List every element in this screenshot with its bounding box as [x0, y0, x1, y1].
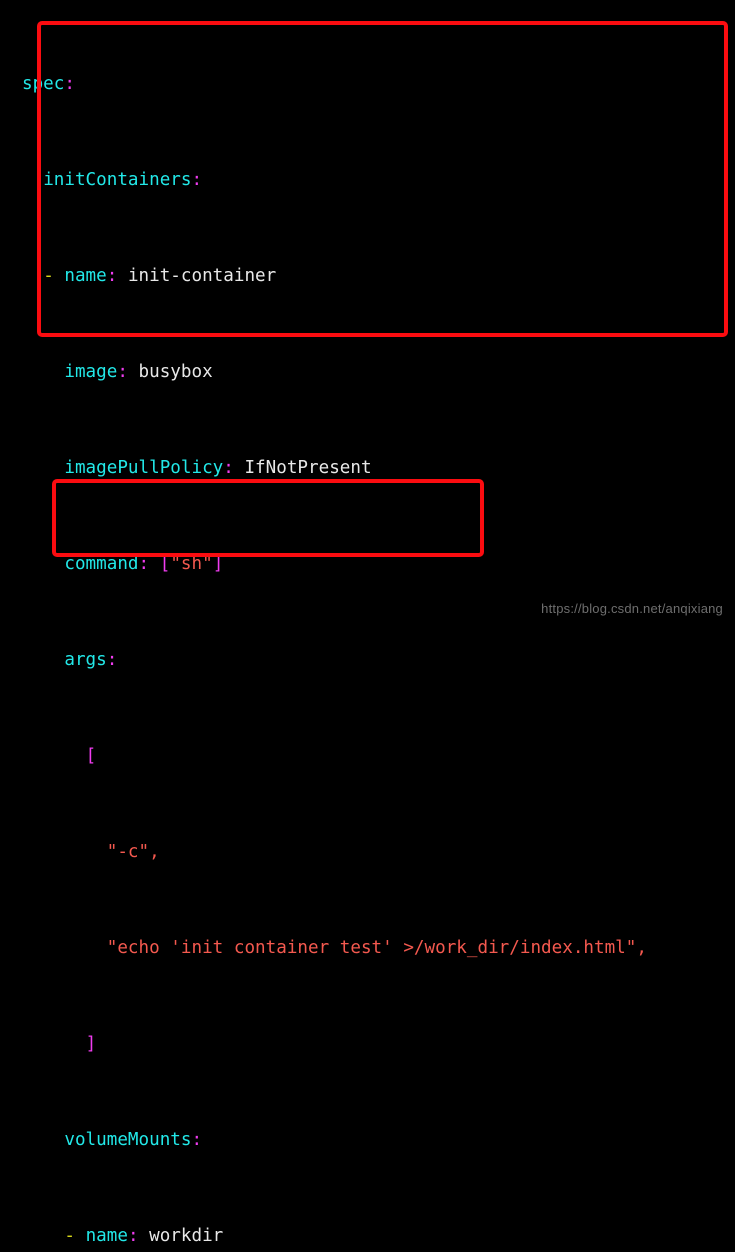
code-line: [ — [22, 744, 647, 768]
yaml-key: imagePullPolicy — [64, 458, 224, 478]
yaml-string: "sh" — [170, 554, 213, 574]
yaml-key: image — [64, 362, 118, 382]
yaml-string: "echo 'init container test' >/work_dir/i… — [106, 938, 637, 958]
code-line: - name: init-container — [22, 264, 647, 288]
yaml-bracket: [ — [159, 554, 171, 574]
code-line: "-c", — [22, 840, 647, 864]
yaml-string: "-c" — [106, 842, 150, 862]
yaml-key: args — [64, 650, 107, 670]
yaml-dash: - — [64, 1226, 75, 1246]
yaml-colon: : — [191, 170, 203, 190]
yaml-comma: , — [636, 938, 647, 958]
yaml-bracket: ] — [212, 554, 224, 574]
yaml-colon: : — [64, 74, 75, 94]
yaml-colon: : — [191, 1130, 203, 1150]
code-line: ] — [22, 1032, 647, 1056]
code-line: image: busybox — [22, 360, 647, 384]
yaml-bracket: ] — [85, 1034, 97, 1054]
yaml-value: busybox — [138, 362, 213, 382]
yaml-colon: : — [223, 458, 234, 478]
watermark-url: https://blog.csdn.net/anqixiang — [541, 601, 723, 616]
yaml-colon: : — [127, 1226, 139, 1246]
code-line: command: ["sh"] — [22, 552, 647, 576]
yaml-colon: : — [138, 554, 150, 574]
code-line: spec: — [22, 72, 647, 96]
yaml-key: volumeMounts — [64, 1130, 192, 1150]
yaml-colon: : — [106, 266, 118, 286]
terminal-window: spec: initContainers: - name: init-conta… — [0, 0, 735, 1246]
yaml-value: init-container — [127, 266, 277, 286]
yaml-colon: : — [117, 362, 128, 382]
yaml-code-block[interactable]: spec: initContainers: - name: init-conta… — [22, 0, 647, 1252]
yaml-key: spec — [22, 74, 65, 94]
yaml-dash: - — [43, 266, 54, 286]
yaml-key: initContainers — [43, 170, 192, 190]
yaml-value: IfNotPresent — [244, 458, 372, 478]
yaml-key: name — [64, 266, 107, 286]
code-line: volumeMounts: — [22, 1128, 647, 1152]
code-line: "echo 'init container test' >/work_dir/i… — [22, 936, 647, 960]
code-line: initContainers: — [22, 168, 647, 192]
yaml-value: workdir — [149, 1226, 224, 1246]
code-line: - name: workdir — [22, 1224, 647, 1248]
code-line: imagePullPolicy: IfNotPresent — [22, 456, 647, 480]
yaml-key: command — [64, 554, 139, 574]
yaml-bracket: [ — [85, 746, 97, 766]
yaml-comma: , — [149, 842, 160, 862]
code-line: args: — [22, 648, 647, 672]
yaml-key: name — [85, 1226, 128, 1246]
yaml-colon: : — [106, 650, 118, 670]
